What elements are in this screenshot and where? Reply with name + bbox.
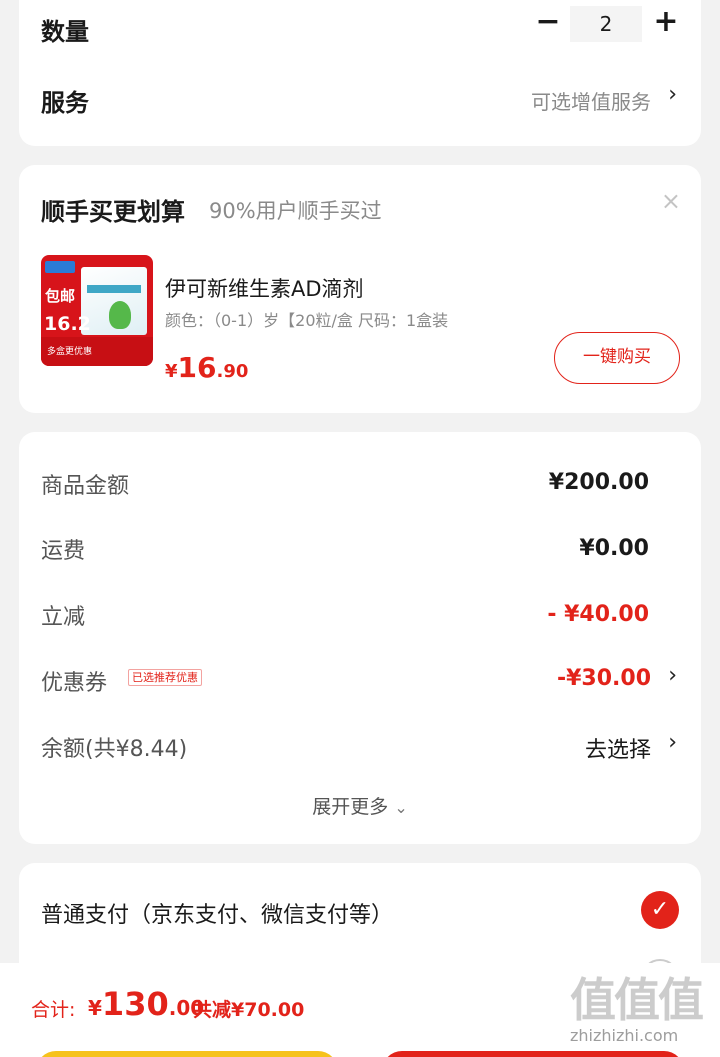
product-spec: 颜色：（0-1）岁【20粒/盒 尺码：1盒装 [165, 311, 449, 330]
product-image[interactable]: 包邮 16.2 多盒更优惠 [41, 255, 153, 366]
chevron-right-icon[interactable]: › [668, 730, 677, 755]
service-label: 服务 [41, 89, 89, 117]
amount-summary-card: 商品金额 ¥200.00 运费 ¥0.00 立减 - ¥40.00 优惠券 已选… [19, 432, 701, 844]
goods-amount-value: ¥200.00 [548, 470, 649, 495]
image-free-shipping-tag: 包邮 [45, 287, 76, 305]
bundle-subtitle: 90%用户顺手买过 [209, 199, 382, 223]
watermark-url: zhizhizhi.com [570, 1026, 679, 1045]
quantity-increase-button[interactable]: + [651, 7, 681, 38]
shipping-label: 运费 [41, 539, 86, 564]
one-click-buy-button[interactable]: 一键购买 [554, 332, 680, 384]
discount-label: 立减 [41, 605, 86, 630]
balance-label: 余额(共¥8.44) [41, 737, 188, 762]
quantity-service-card: 数量 − 2 + 服务 可选增值服务 › [19, 0, 701, 146]
discount-value: - ¥40.00 [547, 602, 649, 627]
product-name[interactable]: 伊可新维生素AD滴剂 [165, 273, 364, 303]
chevron-down-icon: ⌄ [394, 798, 408, 817]
shipping-value: ¥0.00 [579, 536, 649, 561]
coupon-label: 优惠券 [41, 671, 108, 696]
product-box-graphic [81, 267, 147, 335]
watermark-logo: 值值值 [570, 973, 704, 1027]
total-saved: 共减¥70.00 [193, 999, 305, 1021]
quantity-label: 数量 [41, 18, 89, 46]
quantity-value[interactable]: 2 [570, 6, 642, 42]
chevron-right-icon[interactable]: › [668, 663, 677, 688]
coupon-value[interactable]: -¥30.00 [557, 666, 651, 691]
quantity-decrease-button[interactable]: − [533, 7, 563, 38]
secondary-action-button[interactable] [36, 1051, 338, 1057]
balance-select-link[interactable]: 去选择 [585, 732, 651, 764]
close-icon[interactable]: × [661, 187, 681, 215]
brand-badge [45, 261, 75, 273]
bundle-recommendation-card: 顺手买更划算 90%用户顺手买过 × 包邮 16.2 多盒更优惠 伊可新维生素A… [19, 165, 701, 413]
normal-payment-label[interactable]: 普通支付（京东支付、微信支付等） [41, 897, 393, 929]
image-promo-tag: 多盒更优惠 [47, 347, 93, 357]
product-price: ¥16.90 [165, 351, 249, 384]
chevron-right-icon[interactable]: › [668, 82, 677, 107]
total-label: 合计: [31, 999, 76, 1021]
expand-more-button[interactable]: 展开更多 ⌄ [19, 792, 701, 819]
service-option-link[interactable]: 可选增值服务 [531, 86, 651, 115]
image-price-tag: 16.2 [44, 313, 91, 335]
expand-more-label: 展开更多 [312, 796, 389, 818]
total-price: ¥130.00 [88, 985, 205, 1023]
goods-amount-label: 商品金额 [41, 474, 130, 499]
coupon-recommended-badge: 已选推荐优惠 [128, 669, 202, 686]
bundle-title: 顺手买更划算 [41, 198, 185, 226]
site-watermark: 值值值 zhizhizhi.com [570, 976, 715, 1054]
checkmark-icon[interactable]: ✓ [641, 891, 679, 929]
